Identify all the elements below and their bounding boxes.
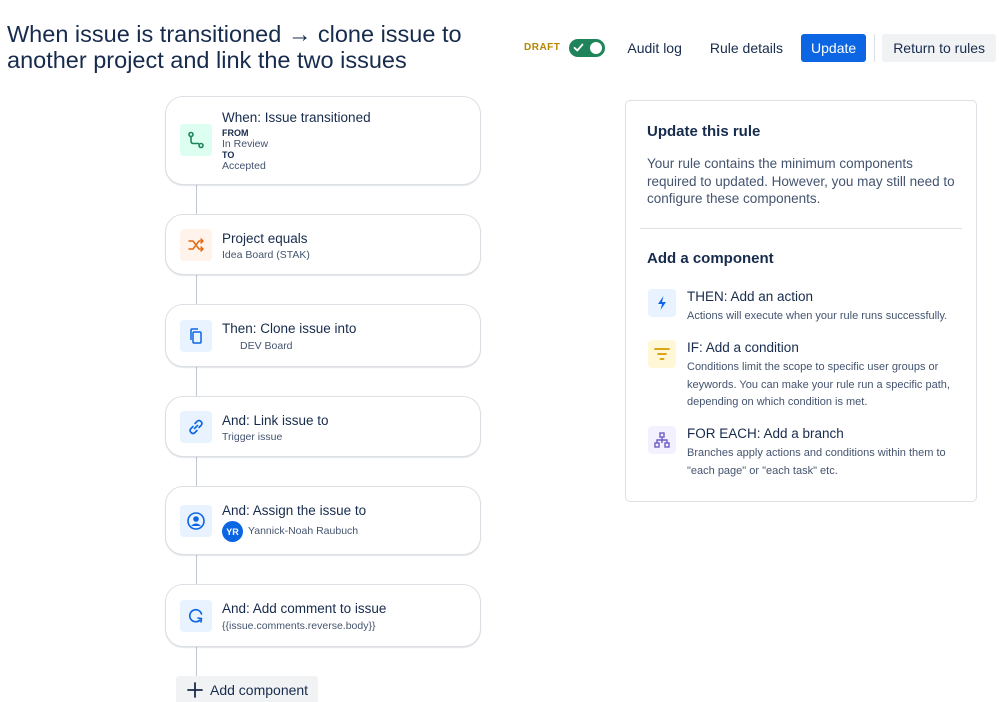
add-condition-option[interactable]: IF: Add a condition Conditions limit the… bbox=[647, 340, 962, 416]
rule-connector bbox=[196, 647, 197, 677]
toolbar-divider bbox=[874, 33, 876, 62]
condition-sub: Idea Board (STAK) bbox=[222, 249, 310, 261]
draft-badge: DRAFT bbox=[524, 42, 561, 53]
add-component-label: Add component bbox=[210, 682, 309, 698]
add-branch-title: FOR EACH: Add a branch bbox=[687, 426, 844, 441]
add-action-desc: Actions will execute when your rule runs… bbox=[687, 310, 948, 322]
shuffle-icon bbox=[180, 229, 212, 261]
update-button[interactable]: Update bbox=[801, 33, 867, 62]
add-component-button[interactable]: Add component bbox=[176, 676, 319, 702]
trigger-title: When: Issue transitioned bbox=[222, 110, 371, 125]
add-branch-desc: Branches apply actions and conditions wi… bbox=[687, 447, 946, 477]
top-toolbar: DRAFT Audit log Rule details Update Retu… bbox=[524, 33, 997, 62]
trigger-to-label: TO bbox=[222, 150, 235, 160]
trigger-to-value: Accepted bbox=[222, 160, 266, 172]
panel-divider bbox=[640, 228, 962, 229]
check-icon bbox=[573, 43, 584, 51]
audit-log-button[interactable]: Audit log bbox=[627, 34, 681, 62]
link-sub: Trigger issue bbox=[222, 431, 283, 443]
add-action-option[interactable]: THEN: Add an action Actions will execute… bbox=[647, 289, 962, 329]
clone-title: Then: Clone issue into bbox=[222, 321, 357, 336]
assign-action-card[interactable]: And: Assign the issue to YR Yannick-Noah… bbox=[165, 486, 481, 555]
condition-card[interactable]: Project equals Idea Board (STAK) bbox=[165, 214, 481, 275]
trigger-card[interactable]: When: Issue transitioned FROM In Review … bbox=[165, 96, 481, 185]
add-condition-desc: Conditions limit the scope to specific u… bbox=[687, 361, 950, 408]
rule-connector bbox=[196, 367, 197, 397]
trigger-from-label: FROM bbox=[222, 128, 249, 138]
comment-action-card[interactable]: And: Add comment to issue {{issue.commen… bbox=[165, 584, 481, 647]
rule-connector bbox=[196, 555, 197, 585]
add-branch-option[interactable]: FOR EACH: Add a branch Branches apply ac… bbox=[647, 426, 962, 484]
toggle-knob bbox=[590, 41, 603, 54]
plus-icon bbox=[187, 682, 203, 698]
clone-action-card[interactable]: Then: Clone issue into DEV Board bbox=[165, 304, 481, 367]
avatar: YR bbox=[222, 521, 243, 542]
rule-connector bbox=[196, 457, 197, 487]
clone-sub: DEV Board bbox=[240, 340, 293, 352]
copy-icon bbox=[180, 320, 212, 352]
update-rule-panel: Update this rule Your rule contains the … bbox=[625, 100, 977, 502]
trigger-from-value: In Review bbox=[222, 138, 269, 150]
condition-title: Project equals bbox=[222, 231, 308, 246]
user-circle-icon bbox=[180, 505, 212, 537]
link-title: And: Link issue to bbox=[222, 413, 329, 428]
return-to-rules-button[interactable]: Return to rules bbox=[882, 33, 997, 62]
panel-title: Update this rule bbox=[647, 123, 761, 140]
transition-icon bbox=[180, 124, 212, 156]
add-action-title: THEN: Add an action bbox=[687, 289, 814, 304]
comment-refresh-icon bbox=[180, 600, 212, 632]
assign-user: Yannick-Noah Raubuch bbox=[248, 525, 359, 537]
rule-enabled-toggle[interactable] bbox=[569, 38, 606, 57]
link-action-card[interactable]: And: Link issue to Trigger issue bbox=[165, 396, 481, 457]
rule-connector bbox=[196, 275, 197, 305]
page-title: When issue is transitioned → clone issue… bbox=[7, 21, 462, 73]
rule-details-button[interactable]: Rule details bbox=[710, 34, 783, 62]
comment-sub: {{issue.comments.reverse.body}} bbox=[222, 620, 376, 632]
comment-title: And: Add comment to issue bbox=[222, 601, 387, 616]
assign-title: And: Assign the issue to bbox=[222, 503, 367, 518]
lightning-icon bbox=[648, 289, 676, 317]
panel-description: Your rule contains the minimum component… bbox=[647, 156, 955, 206]
link-icon bbox=[180, 411, 212, 443]
add-component-heading: Add a component bbox=[647, 250, 774, 267]
add-condition-title: IF: Add a condition bbox=[687, 340, 799, 355]
rule-connector bbox=[196, 185, 197, 215]
branch-icon bbox=[648, 426, 676, 454]
filter-icon bbox=[648, 340, 676, 368]
